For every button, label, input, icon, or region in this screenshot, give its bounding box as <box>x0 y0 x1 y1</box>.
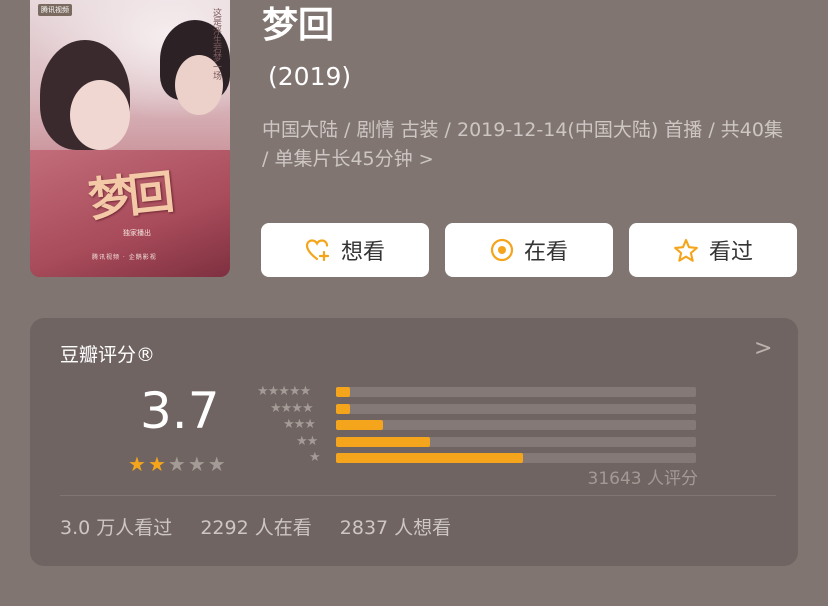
distribution-bar <box>336 387 351 397</box>
distribution-track <box>336 387 696 397</box>
distribution-row-2-star: ★★ <box>252 434 698 450</box>
star-outline-icon <box>674 238 698 262</box>
poster-logos: 腾讯视频 · 企鹅影视 <box>92 254 157 261</box>
star-empty-icon: ★ <box>187 452 206 476</box>
star-level-icon: ★ <box>309 450 321 465</box>
poster-tagline: 独家播出 <box>123 229 151 237</box>
rating-count: 31643 人评分 <box>587 469 698 489</box>
movie-year: (2019) <box>268 62 352 91</box>
watching-label: 在看 <box>523 240 568 265</box>
poster-slogan: 这是浮生若梦一场 <box>211 8 221 80</box>
distribution-track <box>336 420 696 430</box>
movie-meta-text: 中国大陆 / 剧情 古装 / 2019-12-14(中国大陆) 首播 / 共40… <box>262 119 783 170</box>
watched-label: 看过 <box>708 240 753 265</box>
watching-button[interactable]: 在看 <box>445 223 613 277</box>
watched-button[interactable]: 看过 <box>629 223 797 277</box>
distribution-bar <box>336 453 524 463</box>
rating-score: 3.7 <box>140 382 220 440</box>
distribution-bar <box>336 420 383 430</box>
distribution-track <box>336 453 696 463</box>
distribution-track <box>336 436 696 447</box>
target-circle-icon <box>490 238 514 262</box>
movie-title: 梦回 <box>262 5 335 46</box>
distribution-row-4-star: ★★★★ <box>252 401 698 417</box>
star-filled-icon: ★ <box>147 452 166 476</box>
rating-title: 豆瓣评分® <box>60 344 156 366</box>
star-level-icon: ★★★ <box>283 417 316 432</box>
chevron-right-icon[interactable]: > <box>754 336 772 361</box>
poster-image[interactable]: 腾讯视频 这是浮生若梦一场 梦回 独家播出 腾讯视频 · 企鹅影视 <box>30 0 230 277</box>
movie-meta-info[interactable]: 中国大陆 / 剧情 古装 / 2019-12-14(中国大陆) 首播 / 共40… <box>262 116 792 174</box>
star-empty-icon: ★ <box>207 452 226 476</box>
poster-figure-woman-face <box>70 80 130 150</box>
star-filled-icon: ★ <box>128 452 146 476</box>
distribution-bar <box>336 436 430 447</box>
poster-brand-badge: 腾讯视频 <box>38 4 72 16</box>
star-level-icon: ★★★★★ <box>257 384 311 399</box>
rating-stars: ★ ★ ★ ★ ★ <box>128 454 226 474</box>
watch-stats: 3.0 万人看过 2292 人在看 2837 人想看 <box>60 513 473 540</box>
divider <box>60 495 776 496</box>
heart-plus-icon <box>305 239 330 262</box>
distribution-row-5-star: ★★★★★ <box>252 384 698 400</box>
want-to-watch-button[interactable]: 想看 <box>261 223 429 277</box>
star-empty-icon: ★ <box>167 452 186 476</box>
douban-rating-card[interactable]: 豆瓣评分® > 3.7 ★ ★ ★ ★ ★ ★★★★★ ★★★★ ★★★ ★★ ★ 31643 … <box>30 318 798 566</box>
want-count: 2837 人想看 <box>339 517 452 539</box>
distribution-bar <box>336 403 351 414</box>
watched-count: 3.0 万人看过 <box>60 517 173 539</box>
distribution-track <box>336 403 696 414</box>
chevron-right-icon: > <box>418 149 434 170</box>
star-level-icon: ★★ <box>296 433 318 449</box>
watching-count: 2292 人在看 <box>200 517 312 539</box>
star-level-icon: ★★★★ <box>270 400 314 416</box>
poster-title-art: 梦回 <box>85 164 171 228</box>
want-to-watch-label: 想看 <box>340 240 385 265</box>
distribution-row-3-star: ★★★ <box>252 417 698 433</box>
